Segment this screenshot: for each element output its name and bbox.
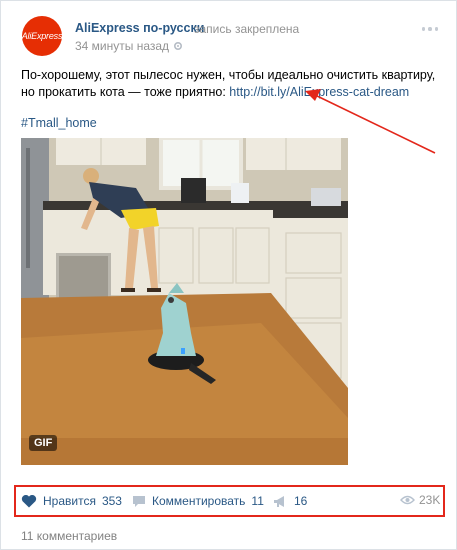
gif-badge: GIF [29, 435, 58, 451]
views-counter: 23K [400, 493, 440, 507]
like-label: Нравится [43, 494, 96, 508]
comment-count: 11 [251, 494, 264, 508]
comments-count-link[interactable]: 11 комментариев [21, 529, 117, 543]
gear-icon[interactable] [173, 41, 183, 51]
avatar-logo-text: AliExpress [21, 31, 63, 41]
share-count: 16 [294, 494, 308, 508]
heart-icon [21, 494, 37, 508]
share-button[interactable]: 16 [273, 493, 307, 509]
post-time-text: 34 минуты назад [75, 39, 170, 53]
more-options-icon[interactable] [422, 27, 438, 31]
comment-label: Комментировать [152, 494, 246, 508]
pinned-label: запись закреплена [194, 22, 300, 36]
comment-icon [133, 495, 145, 507]
comment-button[interactable]: Комментировать 11 [132, 493, 264, 509]
like-count: 353 [101, 494, 122, 508]
megaphone-icon [274, 495, 284, 507]
author-name[interactable]: AliExpress по-русски [75, 21, 204, 35]
post-card: AliExpress AliExpress по-русски запись з… [0, 0, 457, 550]
views-count: 23K [419, 493, 441, 507]
like-button[interactable]: Нравится 353 [21, 493, 122, 509]
gif-preview[interactable] [21, 138, 348, 465]
hashtag-link[interactable]: #Tmall_home [21, 116, 97, 130]
eye-icon [400, 495, 415, 505]
post-time[interactable]: 34 минуты назад [75, 39, 183, 53]
avatar[interactable]: AliExpress [22, 16, 62, 56]
